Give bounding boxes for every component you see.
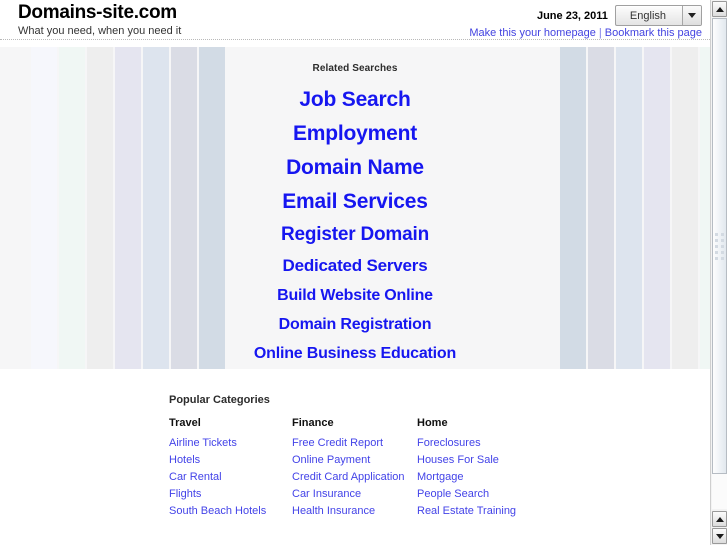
scrollbar-thumb[interactable]	[712, 18, 727, 474]
popular-category-link[interactable]: Car Insurance	[292, 486, 417, 503]
popular-category-link[interactable]: Airline Tickets	[169, 435, 292, 452]
triangle-up-icon	[715, 6, 724, 12]
related-searches-panel: Related Searches Job Search Employment Dom…	[0, 47, 710, 369]
popular-column: Home Foreclosures Houses For Sale Mortgage P…	[417, 417, 540, 520]
related-search-link[interactable]: Build Website Online	[0, 281, 710, 310]
popular-column-title: Home	[417, 417, 448, 429]
popular-category-link[interactable]: Hotels	[169, 452, 292, 469]
popular-category-link[interactable]: Free Credit Report	[292, 435, 417, 452]
grip-dots-icon	[715, 232, 724, 260]
related-searches-content: Related Searches Job Search Employment Dom…	[0, 47, 710, 368]
brand-block: Domains-site.com What you need, when you…	[18, 3, 181, 38]
current-date: June 23, 2011	[536, 9, 608, 22]
popular-categories-columns: Travel Airline Tickets Hotels Car Rental Fli…	[169, 417, 589, 520]
popular-category-link[interactable]: Flights	[169, 486, 292, 503]
site-title: Domains-site.com	[18, 2, 177, 23]
browser-viewport: Domains-site.com What you need, when you…	[0, 0, 710, 545]
related-searches-list: Job Search Employment Domain Name Email Ser…	[0, 83, 710, 368]
chevron-down-icon[interactable]	[683, 6, 701, 25]
scrollbar-up-button[interactable]	[712, 1, 727, 17]
triangle-down-icon	[715, 533, 724, 539]
related-search-link[interactable]: Domain Registration	[0, 310, 710, 339]
popular-category-link[interactable]: Credit Card Application	[292, 469, 417, 486]
popular-category-link[interactable]: South Beach Hotels	[169, 503, 292, 520]
date-language-row: June 23, 2011 English	[469, 5, 702, 26]
popular-category-link[interactable]: Houses For Sale	[417, 452, 540, 469]
popular-column: Travel Airline Tickets Hotels Car Rental Fli…	[169, 417, 292, 520]
popular-categories-heading: Popular Categories	[169, 394, 270, 406]
header-links: Make this your homepage | Bookmark this pa…	[469, 27, 702, 39]
related-search-link[interactable]: Email Services	[0, 185, 710, 219]
scrollbar-track[interactable]	[712, 18, 727, 509]
popular-category-link[interactable]: Real Estate Training	[417, 503, 540, 520]
related-search-link[interactable]: Employment	[0, 117, 710, 151]
popular-column-title: Finance	[292, 417, 334, 429]
header-link-separator: |	[598, 27, 602, 39]
site-tagline: What you need, when you need it	[18, 25, 182, 37]
related-search-link[interactable]: Job Search	[0, 83, 710, 117]
scrollbar-down-button[interactable]	[712, 528, 727, 544]
popular-category-link[interactable]: Health Insurance	[292, 503, 417, 520]
bookmark-page-link[interactable]: Bookmark this page	[605, 27, 702, 39]
related-search-link[interactable]: Domain Name	[0, 151, 710, 185]
vertical-scrollbar[interactable]	[710, 0, 727, 545]
related-search-link[interactable]: Register Domain	[0, 219, 710, 251]
popular-category-link[interactable]: Mortgage	[417, 469, 540, 486]
popular-category-link[interactable]: Car Rental	[169, 469, 292, 486]
related-search-link[interactable]: Dedicated Servers	[0, 251, 710, 281]
page-root: Domains-site.com What you need, when you…	[0, 0, 727, 545]
make-homepage-link[interactable]: Make this your homepage	[469, 27, 596, 39]
triangle-up-icon	[715, 516, 724, 522]
popular-categories: Popular Categories Travel Airline Tickets…	[169, 394, 589, 520]
popular-column: Finance Free Credit Report Online Payment C…	[292, 417, 417, 520]
popular-category-link[interactable]: Online Payment	[292, 452, 417, 469]
popular-column-title: Travel	[169, 417, 201, 429]
popular-category-link[interactable]: Foreclosures	[417, 435, 540, 452]
language-select[interactable]: English	[614, 5, 702, 26]
related-searches-heading: Related Searches	[312, 63, 398, 74]
popular-category-link[interactable]: People Search	[417, 486, 540, 503]
related-search-link[interactable]: Online Business Education	[0, 339, 710, 368]
scrollbar-up-button-bottom[interactable]	[712, 511, 727, 527]
language-select-value: English	[616, 6, 683, 25]
site-header: Domains-site.com What you need, when you…	[0, 0, 710, 40]
header-right: June 23, 2011 English Make this your hom…	[469, 5, 702, 39]
